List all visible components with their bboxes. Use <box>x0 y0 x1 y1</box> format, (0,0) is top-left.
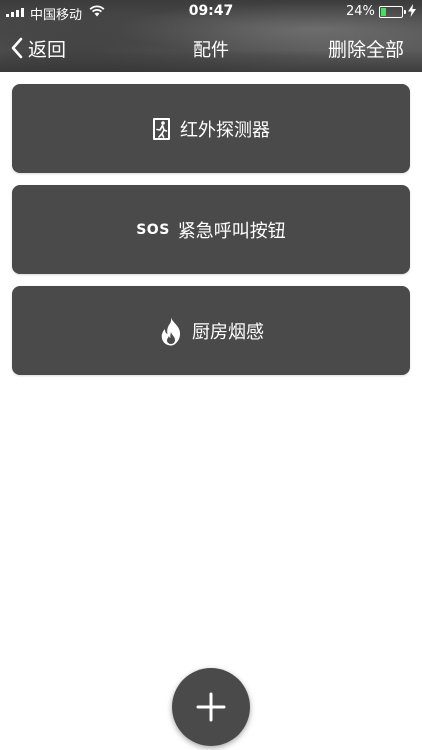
sos-icon: SOS <box>136 221 170 238</box>
plus-icon <box>196 692 226 722</box>
nav-bar: 返回 配件 删除全部 <box>0 24 422 72</box>
battery-fill <box>381 8 386 16</box>
charging-icon <box>408 4 416 17</box>
fire-icon <box>158 316 184 346</box>
status-bar: 中国移动 09:47 24% <box>0 0 422 24</box>
exit-door-icon <box>152 117 172 141</box>
accessory-label: 厨房烟感 <box>192 321 264 343</box>
accessory-item-infrared-detector[interactable]: 红外探测器 <box>12 84 410 173</box>
delete-all-button[interactable]: 删除全部 <box>328 35 404 62</box>
battery-icon <box>379 6 406 18</box>
battery-percent: 24% <box>346 4 375 19</box>
add-accessory-button[interactable] <box>172 668 250 746</box>
accessory-label: 紧急呼叫按钮 <box>177 220 286 242</box>
accessory-list: 红外探测器 SOS 紧急呼叫按钮 厨房烟感 <box>12 84 410 387</box>
header: 中国移动 09:47 24% 返回 配件 删除全部 <box>0 0 422 72</box>
accessory-label: 红外探测器 <box>180 119 270 141</box>
accessory-item-emergency-button[interactable]: SOS 紧急呼叫按钮 <box>12 185 410 274</box>
accessory-item-kitchen-smoke[interactable]: 厨房烟感 <box>12 286 410 375</box>
